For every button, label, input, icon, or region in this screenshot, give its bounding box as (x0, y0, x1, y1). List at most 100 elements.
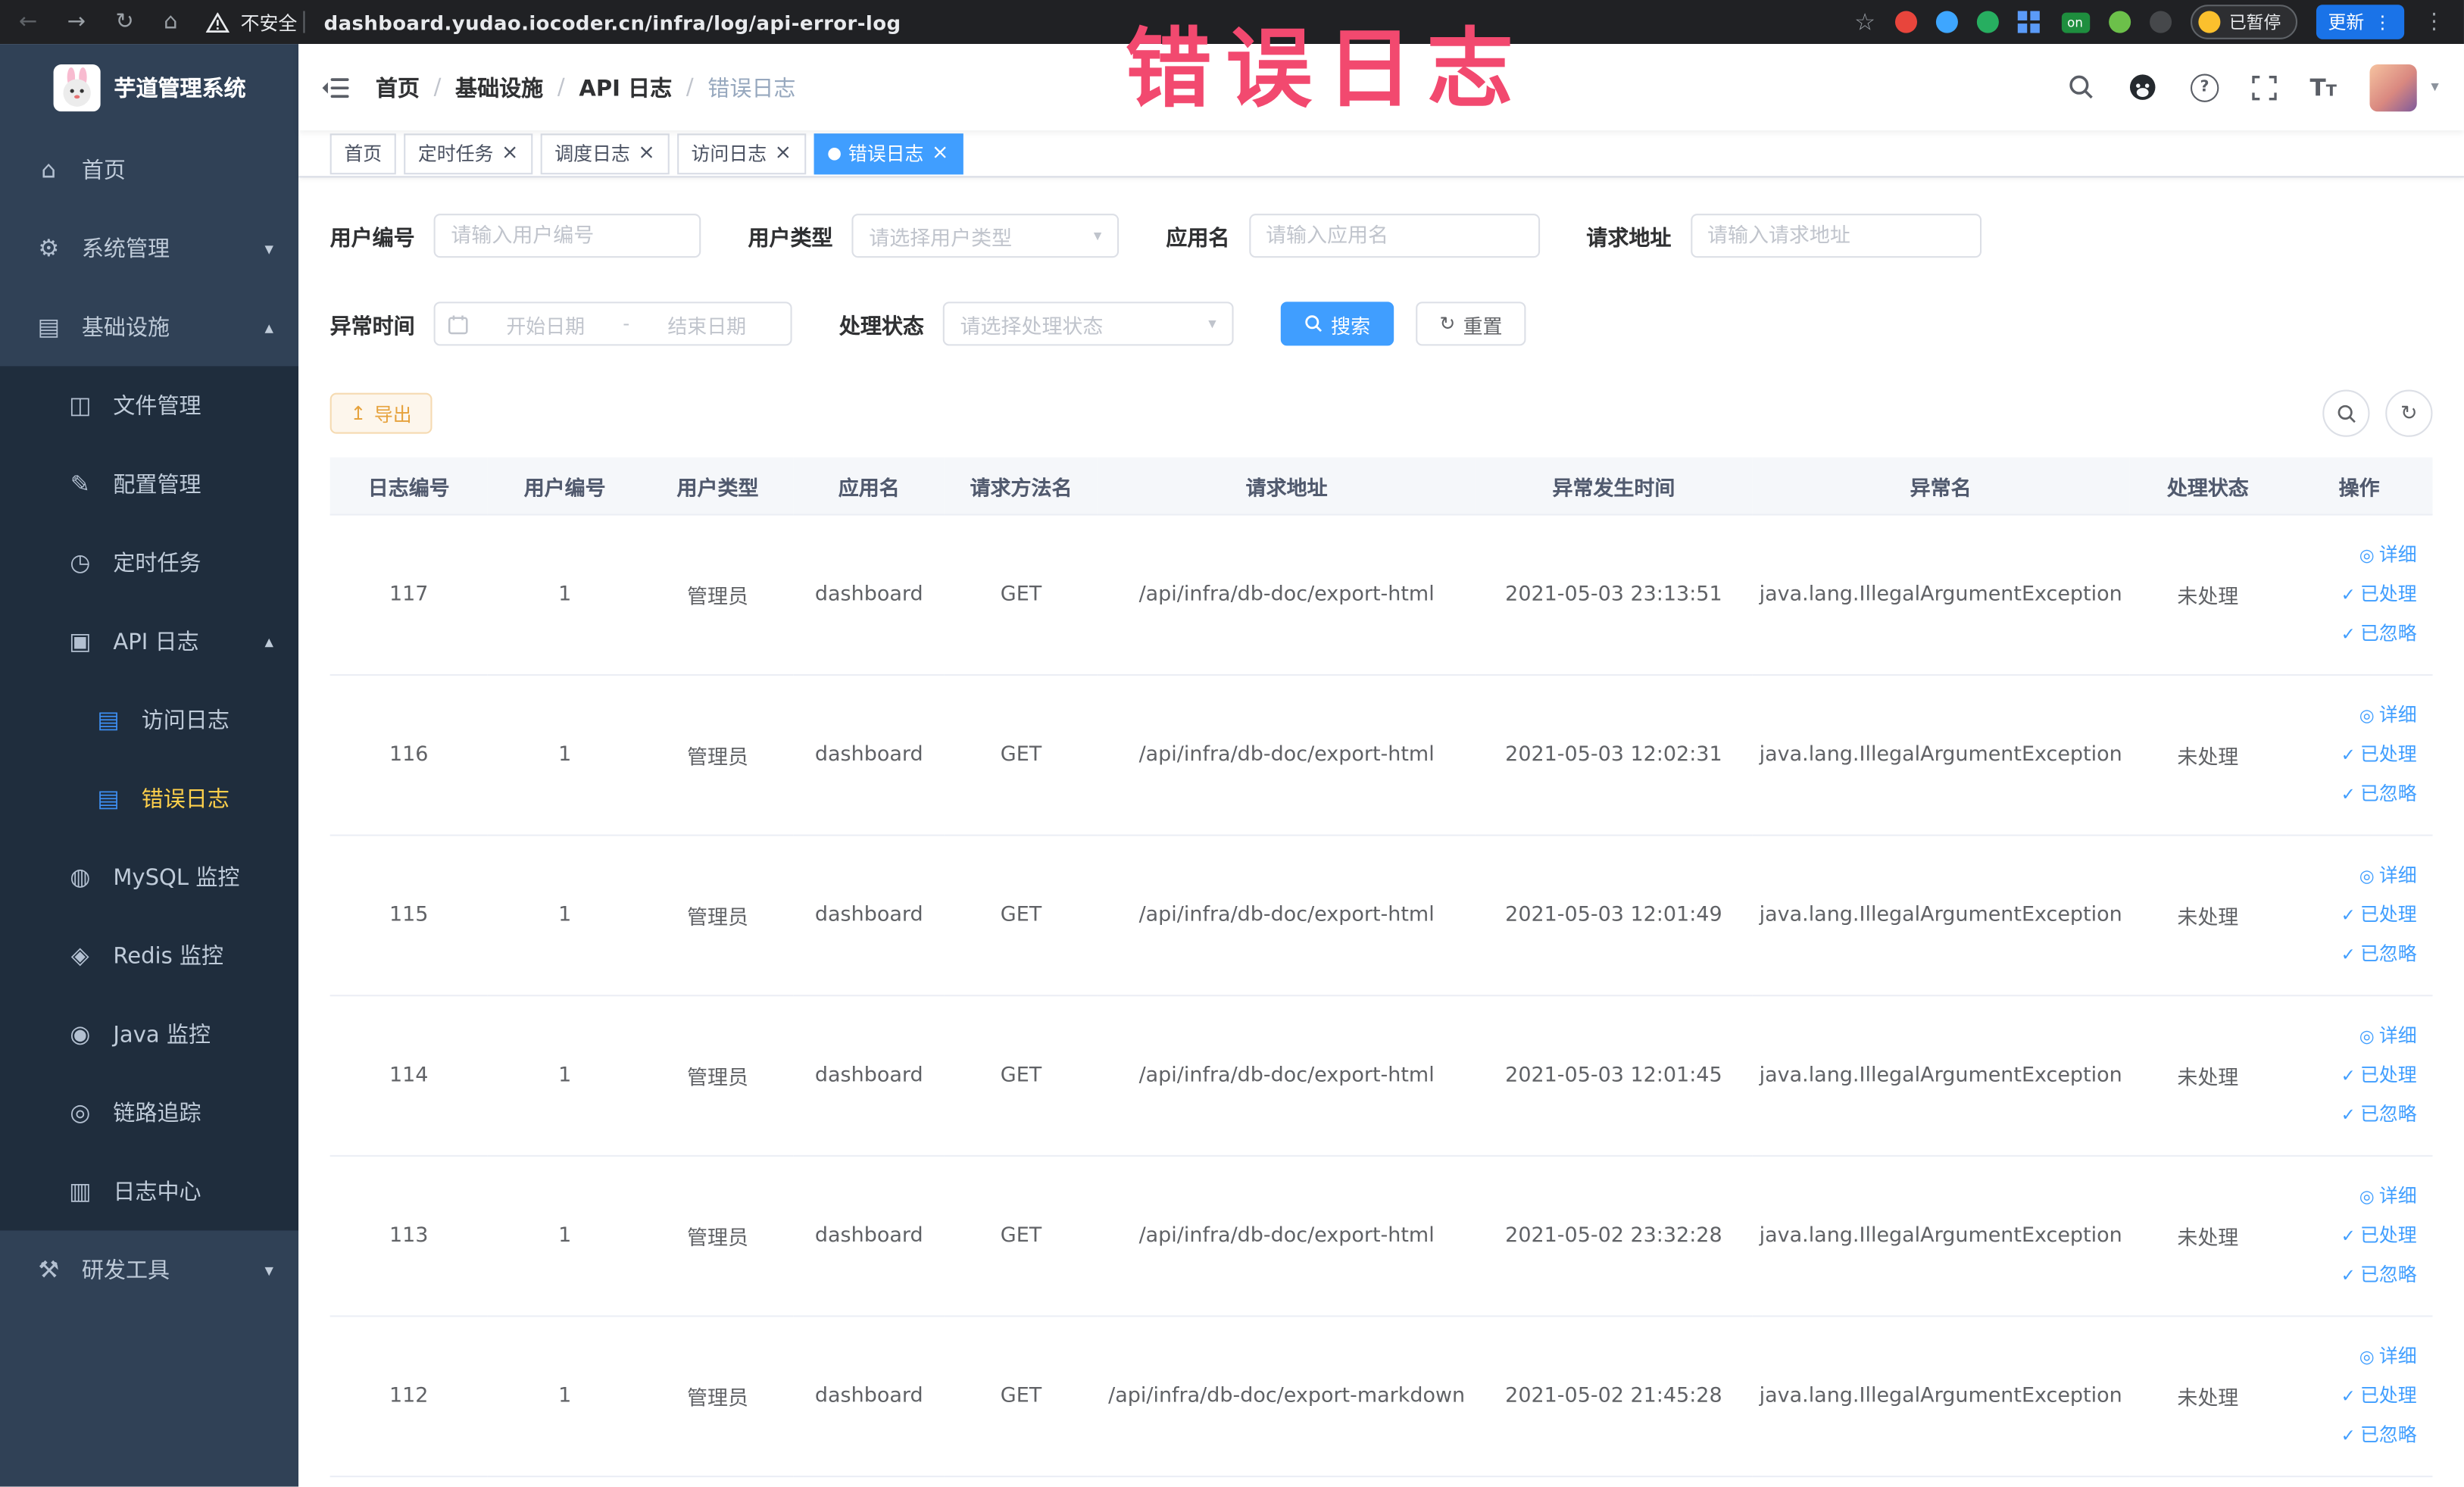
sidebar-item-config[interactable]: ✎ 配置管理 (0, 445, 298, 523)
paw-extension-icon[interactable] (2149, 11, 2172, 33)
fullscreen-icon[interactable] (2252, 74, 2277, 100)
refresh-table-button[interactable]: ↻ (2385, 389, 2433, 437)
sidebar-item-file[interactable]: ◫ 文件管理 (0, 366, 298, 445)
browser-reload-icon[interactable]: ↻ (115, 9, 133, 34)
processed-link[interactable]: ✓ 已处理 (2292, 575, 2417, 614)
close-icon[interactable]: × (932, 143, 949, 164)
processed-link[interactable]: ✓ 已处理 (2292, 736, 2417, 775)
bunny-logo-icon (52, 64, 100, 111)
detail-link[interactable]: ◎ 详细 (2292, 1017, 2417, 1056)
close-icon[interactable]: × (501, 143, 519, 164)
cell-user-type: 管理员 (642, 1316, 794, 1478)
paused-badge[interactable]: 已暂停 (2189, 5, 2297, 39)
logo[interactable]: 芋道管理系统 (0, 44, 298, 130)
reset-button[interactable]: ↻ 重置 (1416, 301, 1526, 346)
sidebar-item-access-log[interactable]: ▤ 访问日志 (0, 680, 298, 759)
cell-request-url: /api/infra/db-doc/export-html (1097, 995, 1476, 1157)
process-status-select[interactable]: 请选择处理状态 ▾ (942, 301, 1234, 346)
extension-on-badge[interactable]: on (2060, 11, 2090, 33)
detail-link[interactable]: ◎ 详细 (2292, 536, 2417, 575)
tab-job-log[interactable]: 调度日志 × (540, 133, 670, 174)
table-row: 117 1 管理员 dashboard GET /api/infra/db-do… (329, 514, 2433, 676)
github-icon[interactable] (2128, 72, 2157, 102)
close-icon[interactable]: × (775, 143, 792, 164)
detail-link[interactable]: ◎ 详细 (2292, 857, 2417, 896)
ignored-link[interactable]: ✓ 已忽略 (2292, 1095, 2417, 1135)
detail-link[interactable]: ◎ 详细 (2292, 1177, 2417, 1217)
ignored-link[interactable]: ✓ 已忽略 (2292, 935, 2417, 974)
breadcrumb-api-log[interactable]: API 日志 (579, 71, 672, 102)
toggle-search-button[interactable] (2322, 389, 2370, 437)
breadcrumb-infra[interactable]: 基础设施 (455, 71, 543, 102)
user-id-input[interactable] (433, 214, 701, 258)
breadcrumb-home[interactable]: 首页 (376, 71, 420, 102)
sidebar-item-log-center[interactable]: ▥ 日志中心 (0, 1152, 298, 1231)
cell-request-url: /api/infra/db-doc/export-html (1097, 835, 1476, 997)
update-button[interactable]: 更新 ⋮ (2315, 5, 2405, 39)
sidebar-item-error-log[interactable]: ▤ 错误日志 (0, 759, 298, 838)
sidebar-item-infra[interactable]: ▤ 基础设施 ▴ (0, 288, 298, 367)
font-size-icon[interactable]: TT (2309, 73, 2336, 101)
cell-log-id: 114 (329, 995, 488, 1157)
cell-method: GET (945, 514, 1098, 676)
processed-link[interactable]: ✓ 已处理 (2292, 1056, 2417, 1095)
ignored-link[interactable]: ✓ 已忽略 (2292, 614, 2417, 654)
sidebar-item-home[interactable]: ⌂ 首页 (0, 130, 298, 209)
ignored-link[interactable]: ✓ 已忽略 (2292, 1416, 2417, 1455)
sidebar-item-dev-tools[interactable]: ⚒ 研发工具 ▾ (0, 1230, 298, 1309)
request-url-input[interactable] (1690, 214, 1982, 258)
sidebar-item-java[interactable]: ◉ Java 监控 (0, 995, 298, 1073)
processed-link[interactable]: ✓ 已处理 (2292, 1376, 2417, 1416)
sidebar-item-redis[interactable]: ◈ Redis 监控 (0, 916, 298, 995)
detail-link[interactable]: ◎ 详细 (2292, 1337, 2417, 1376)
sidebar-item-job[interactable]: ◷ 定时任务 (0, 523, 298, 602)
security-indicator[interactable]: 不安全 (205, 8, 297, 35)
browser-back-icon[interactable]: ← (19, 9, 37, 34)
header-status: 处理状态 (2129, 457, 2286, 516)
sidebar-item-system[interactable]: ⚙ 系统管理 ▾ (0, 209, 298, 288)
extension-icon[interactable] (1935, 11, 1957, 33)
app-name-input[interactable] (1248, 214, 1540, 258)
avatar[interactable] (2369, 64, 2417, 111)
table-row: 115 1 管理员 dashboard GET /api/infra/db-do… (329, 835, 2433, 997)
extension-icon[interactable] (1894, 11, 1916, 33)
browser-menu-icon[interactable]: ⋮ (2423, 9, 2445, 34)
avatar-caret-icon[interactable]: ▾ (2431, 79, 2438, 96)
check-icon: ✓ (2341, 1226, 2356, 1247)
search-button[interactable]: 搜索 (1280, 301, 1394, 346)
close-icon[interactable]: × (638, 143, 655, 164)
extension-icon[interactable] (2108, 11, 2131, 33)
hamburger-icon[interactable] (298, 75, 376, 100)
header-method: 请求方法名 (945, 457, 1098, 516)
tab-error-log[interactable]: 错误日志 × (814, 133, 963, 174)
export-button[interactable]: ↥ 导出 (329, 392, 433, 434)
smiley-icon (2197, 11, 2220, 33)
user-type-select[interactable]: 请选择用户类型 ▾ (851, 214, 1120, 258)
tab-access-log[interactable]: 访问日志 × (676, 133, 806, 174)
detail-link[interactable]: ◎ 详细 (2292, 696, 2417, 736)
browser-forward-icon[interactable]: → (67, 9, 86, 34)
date-range-picker[interactable]: 开始日期 - 结束日期 (433, 301, 792, 346)
extension-grid-icon[interactable] (2016, 11, 2027, 20)
cell-exception-time: 2021-05-03 12:02:31 (1476, 675, 1752, 836)
error-log-table: 日志编号 用户编号 用户类型 应用名 请求方法名 请求地址 异常发生时间 异常名… (329, 457, 2433, 1478)
sidebar-item-trace[interactable]: ◎ 链路追踪 (0, 1073, 298, 1152)
processed-link[interactable]: ✓ 已处理 (2292, 1217, 2417, 1256)
ignored-link[interactable]: ✓ 已忽略 (2292, 775, 2417, 814)
sidebar-item-api-log[interactable]: ▣ API 日志 ▴ (0, 602, 298, 681)
processed-link[interactable]: ✓ 已处理 (2292, 896, 2417, 936)
bookmark-star-icon[interactable]: ☆ (1854, 8, 1875, 36)
extension-icon[interactable] (1975, 11, 1998, 33)
browser-home-icon[interactable]: ⌂ (164, 9, 177, 34)
export-icon: ↥ (350, 402, 367, 425)
search-icon[interactable] (2068, 74, 2094, 101)
cell-app-name: dashboard (793, 995, 945, 1157)
ignored-link[interactable]: ✓ 已忽略 (2292, 1256, 2417, 1295)
sidebar-item-mysql[interactable]: ◍ MySQL 监控 (0, 838, 298, 917)
tab-job[interactable]: 定时任务 × (404, 133, 533, 174)
log-icon: ▣ (69, 626, 92, 656)
address-url[interactable]: dashboard.yudao.iocoder.cn/infra/log/api… (324, 10, 901, 33)
help-icon[interactable]: ? (2190, 73, 2219, 102)
chevron-down-icon: ▾ (264, 1259, 273, 1280)
tab-home[interactable]: 首页 (329, 133, 396, 174)
